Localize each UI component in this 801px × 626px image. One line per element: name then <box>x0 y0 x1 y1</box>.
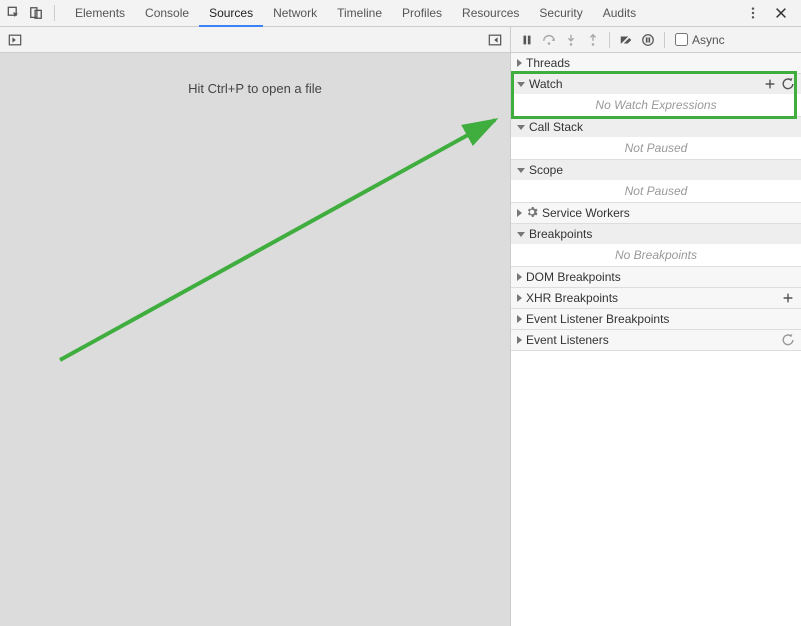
scope-header[interactable]: Scope <box>511 160 801 180</box>
watch-label: Watch <box>529 77 563 91</box>
add-watch-icon[interactable] <box>763 77 777 91</box>
threads-label: Threads <box>526 56 570 70</box>
call-stack-header[interactable]: Call Stack <box>511 117 801 137</box>
chevron-right-icon <box>517 273 522 281</box>
watch-header[interactable]: Watch <box>511 74 801 94</box>
tab-security[interactable]: Security <box>529 0 592 27</box>
sources-toolbar <box>0 27 510 53</box>
event-listener-breakpoints-label: Event Listener Breakpoints <box>526 312 669 326</box>
breakpoints-label: Breakpoints <box>529 227 592 241</box>
add-xhr-breakpoint-icon[interactable] <box>781 291 795 305</box>
service-workers-header[interactable]: Service Workers <box>511 203 801 223</box>
async-checkbox-wrap[interactable]: Async <box>675 33 725 47</box>
show-navigator-icon[interactable] <box>6 31 24 49</box>
dom-breakpoints-label: DOM Breakpoints <box>526 270 621 284</box>
scope-body: Not Paused <box>511 180 801 202</box>
chevron-down-icon <box>517 82 525 87</box>
tab-resources[interactable]: Resources <box>452 0 529 27</box>
chevron-down-icon <box>517 168 525 173</box>
dom-breakpoints-section: DOM Breakpoints <box>511 267 801 288</box>
event-listeners-label: Event Listeners <box>526 333 609 347</box>
service-workers-section: Service Workers <box>511 203 801 224</box>
editor-hint: Hit Ctrl+P to open a file <box>0 81 510 96</box>
chevron-down-icon <box>517 232 525 237</box>
chevron-right-icon <box>517 336 522 344</box>
event-listeners-section: Event Listeners <box>511 330 801 351</box>
watch-body: No Watch Expressions <box>511 94 801 116</box>
call-stack-body: Not Paused <box>511 137 801 159</box>
sources-left-pane: Hit Ctrl+P to open a file <box>0 27 511 626</box>
step-over-icon[interactable] <box>539 30 559 50</box>
breakpoints-body: No Breakpoints <box>511 244 801 266</box>
chevron-right-icon <box>517 294 522 302</box>
step-out-icon[interactable] <box>583 30 603 50</box>
show-debugger-icon[interactable] <box>486 31 504 49</box>
event-listener-breakpoints-header[interactable]: Event Listener Breakpoints <box>511 309 801 329</box>
threads-section: Threads <box>511 53 801 74</box>
xhr-breakpoints-label: XHR Breakpoints <box>526 291 618 305</box>
pause-on-exceptions-icon[interactable] <box>638 30 658 50</box>
close-icon[interactable] <box>771 3 791 23</box>
breakpoints-section: Breakpoints No Breakpoints <box>511 224 801 267</box>
tab-console[interactable]: Console <box>135 0 199 27</box>
call-stack-section: Call Stack Not Paused <box>511 117 801 160</box>
async-checkbox[interactable] <box>675 33 688 46</box>
tab-sources[interactable]: Sources <box>199 0 263 27</box>
watch-section: Watch No Watch Expressions <box>511 74 801 117</box>
chevron-down-icon <box>517 125 525 130</box>
chevron-right-icon <box>517 315 522 323</box>
debug-toolbar: Async <box>511 27 801 53</box>
divider <box>54 5 55 21</box>
tab-audits[interactable]: Audits <box>593 0 646 27</box>
inspect-element-icon[interactable] <box>4 3 24 23</box>
pause-icon[interactable] <box>517 30 537 50</box>
toggle-device-icon[interactable] <box>26 3 46 23</box>
gear-icon <box>526 206 538 221</box>
async-label: Async <box>692 33 725 47</box>
more-icon[interactable] <box>743 3 763 23</box>
chevron-right-icon <box>517 209 522 217</box>
xhr-breakpoints-section: XHR Breakpoints <box>511 288 801 309</box>
refresh-watch-icon[interactable] <box>781 77 795 91</box>
xhr-breakpoints-header[interactable]: XHR Breakpoints <box>511 288 801 308</box>
tab-elements[interactable]: Elements <box>65 0 135 27</box>
devtools-tabbar: Elements Console Sources Network Timelin… <box>0 0 801 27</box>
event-listeners-header[interactable]: Event Listeners <box>511 330 801 350</box>
tab-timeline[interactable]: Timeline <box>327 0 392 27</box>
refresh-event-listeners-icon[interactable] <box>781 333 795 347</box>
breakpoints-header[interactable]: Breakpoints <box>511 224 801 244</box>
debugger-pane: Async Threads Watch No Wat <box>511 27 801 626</box>
tab-network[interactable]: Network <box>263 0 327 27</box>
tab-profiles[interactable]: Profiles <box>392 0 452 27</box>
threads-header[interactable]: Threads <box>511 53 801 73</box>
divider <box>609 32 610 48</box>
service-workers-label: Service Workers <box>542 206 630 220</box>
call-stack-label: Call Stack <box>529 120 583 134</box>
panel-tabs: Elements Console Sources Network Timelin… <box>65 0 646 27</box>
scope-label: Scope <box>529 163 563 177</box>
event-listener-breakpoints-section: Event Listener Breakpoints <box>511 309 801 330</box>
deactivate-breakpoints-icon[interactable] <box>616 30 636 50</box>
editor-area[interactable]: Hit Ctrl+P to open a file <box>0 53 510 626</box>
scope-section: Scope Not Paused <box>511 160 801 203</box>
chevron-right-icon <box>517 59 522 67</box>
step-into-icon[interactable] <box>561 30 581 50</box>
dom-breakpoints-header[interactable]: DOM Breakpoints <box>511 267 801 287</box>
divider <box>664 32 665 48</box>
